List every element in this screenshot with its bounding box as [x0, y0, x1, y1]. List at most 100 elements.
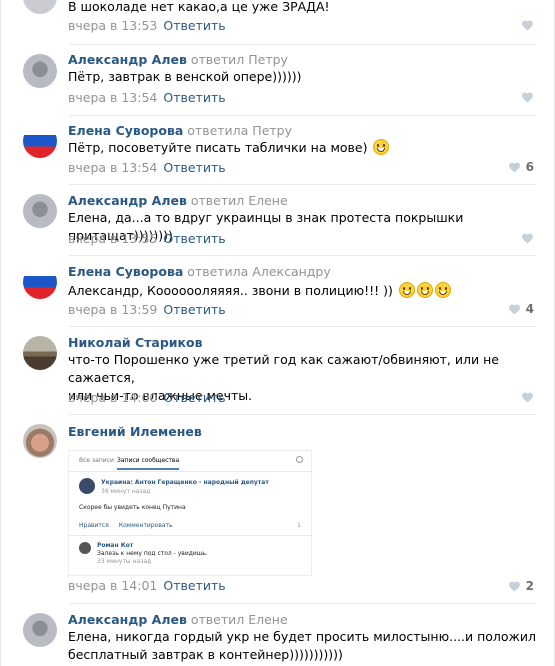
attachment-like-label: Нравится — [79, 522, 109, 529]
comment-author-line: Александр Алев ответил Петру — [68, 52, 288, 67]
comment-text: Александр, Кооооооляяяя.. звони в полици… — [68, 282, 538, 300]
like-button[interactable] — [521, 19, 534, 31]
avatar[interactable] — [23, 265, 57, 299]
reply-link[interactable]: Ответить — [163, 18, 225, 33]
reply-link[interactable]: Ответить — [163, 231, 225, 246]
attachment-comment-time: 33 минуты назад — [97, 558, 152, 565]
heart-icon — [508, 304, 520, 315]
comment-text: Пётр, посоветуйте писать таблички на мов… — [68, 139, 538, 157]
heart-icon — [522, 233, 533, 244]
comment-meta: вчера в 13:53 Ответить — [68, 18, 226, 33]
author-name[interactable]: Александр Алев — [68, 193, 187, 208]
attachment-comment-text: Залезь к нему под стол - увидишь. — [97, 550, 208, 557]
reply-to[interactable]: ответила Александру — [187, 264, 330, 279]
grinning-emoji-icon — [434, 282, 451, 298]
comment-author-line: Александр Алев ответил Елене — [68, 193, 288, 208]
attachment-tabs: Все записи Записи сообщества — [69, 451, 311, 472]
comment-time[interactable]: вчера в 13:59 — [68, 302, 157, 317]
author-name[interactable]: Николай Стариков — [68, 335, 203, 350]
author-name[interactable]: Евгений Илеменев — [68, 424, 202, 439]
comment-time[interactable]: вчера в 13:54 — [68, 160, 157, 175]
comment-author-line: Евгений Илеменев — [68, 424, 202, 439]
separator — [69, 603, 536, 604]
tab-community-posts: Записи сообщества — [117, 457, 180, 470]
search-icon — [296, 456, 303, 463]
comment-time[interactable]: вчера в 13:54 — [68, 90, 157, 105]
avatar[interactable] — [23, 54, 57, 88]
attachment-post-time: 36 минут назад — [101, 488, 151, 495]
screenshot-attachment[interactable]: Все записи Записи сообщества Украина: Ан… — [68, 450, 312, 576]
separator — [69, 115, 536, 116]
like-button[interactable] — [521, 91, 534, 103]
comment-meta: вчера в 13:55 Ответить — [68, 231, 226, 246]
attachment-comment-author: Роман Кот — [97, 542, 134, 549]
comment-time[interactable]: вчера в 14:00 — [68, 390, 157, 405]
comment-meta: вчера в 14:01 Ответить — [68, 578, 226, 593]
comment-meta: вчера в 14:00 Ответить — [68, 390, 226, 405]
grinning-emoji-icon — [373, 139, 390, 155]
avatar[interactable] — [23, 336, 57, 370]
author-name[interactable]: Елена Суворова — [68, 123, 183, 138]
heart-icon — [508, 162, 520, 173]
separator — [69, 184, 536, 185]
reply-link[interactable]: Ответить — [163, 302, 225, 317]
comment-author-line: Елена Суворова ответила Александру — [68, 264, 331, 279]
reply-link[interactable]: Ответить — [163, 578, 225, 593]
like-count: 6 — [525, 160, 534, 174]
separator — [69, 326, 536, 327]
avatar — [79, 542, 91, 554]
attachment-actions: Нравится Комментировать — [79, 522, 173, 529]
like-button[interactable] — [521, 232, 534, 244]
separator — [69, 44, 536, 45]
avatar[interactable] — [23, 424, 57, 458]
comment-text: В шоколаде нет какао,а це уже ЗРАДА! — [68, 0, 330, 14]
comment-author-line: Елена Суворова ответила Петру — [68, 123, 292, 138]
heart-icon — [522, 20, 533, 31]
like-button[interactable] — [521, 391, 534, 403]
comment-author-line: Николай Стариков — [68, 335, 203, 350]
comment-text: Елена, никогда гордый укр не будет проси… — [68, 629, 536, 662]
avatar[interactable] — [23, 124, 57, 158]
tab-all-posts: Все записи — [79, 457, 114, 464]
grinning-emoji-icon — [416, 282, 433, 298]
author-name[interactable]: Александр Алев — [68, 612, 187, 627]
reply-to[interactable]: ответил Елене — [191, 193, 288, 208]
heart-icon — [522, 92, 533, 103]
like-button[interactable]: 2 — [508, 579, 534, 593]
reply-to[interactable]: ответил Петру — [191, 52, 288, 67]
attachment-views: 1 — [297, 522, 301, 529]
avatar[interactable] — [23, 0, 57, 14]
separator — [69, 535, 311, 536]
comment-meta: вчера в 13:59 Ответить — [68, 302, 226, 317]
comment-author-line: Александр Алев ответил Елене — [68, 612, 288, 627]
reply-link[interactable]: Ответить — [163, 390, 225, 405]
comment-text: Пётр, завтрак в венской опере)))))) — [68, 69, 302, 84]
like-button[interactable]: 6 — [508, 160, 534, 174]
attachment-post-author: Украина: Антон Геращенко - народный депу… — [101, 479, 269, 486]
author-name[interactable]: Александр Алев — [68, 52, 187, 67]
comment-meta: вчера в 13:54 Ответить — [68, 160, 226, 175]
author-name[interactable]: Елена Суворова — [68, 264, 183, 279]
attachment-post-text: Скорее бы увидеть конец Путина — [79, 504, 186, 511]
avatar[interactable] — [23, 194, 57, 228]
grinning-emoji-icon — [398, 282, 415, 298]
separator — [69, 255, 536, 256]
comment-time[interactable]: вчера в 13:53 — [68, 18, 157, 33]
like-count: 4 — [525, 302, 534, 316]
heart-icon — [508, 581, 520, 592]
comment-time[interactable]: вчера в 14:01 — [68, 578, 157, 593]
reply-to[interactable]: ответил Елене — [191, 612, 288, 627]
reply-to[interactable]: ответила Петру — [187, 123, 292, 138]
reply-link[interactable]: Ответить — [163, 90, 225, 105]
avatar[interactable] — [23, 613, 57, 647]
attachment-comment-label: Комментировать — [118, 522, 173, 529]
comment-time[interactable]: вчера в 13:55 — [68, 231, 157, 246]
comment-meta: вчера в 13:54 Ответить — [68, 90, 226, 105]
like-count: 2 — [525, 579, 534, 593]
reply-link[interactable]: Ответить — [163, 160, 225, 175]
comments-feed: В шоколаде нет какао,а це уже ЗРАДА! вче… — [0, 0, 555, 666]
avatar — [79, 478, 95, 494]
like-button[interactable]: 4 — [508, 302, 534, 316]
heart-icon — [522, 392, 533, 403]
separator — [69, 414, 536, 415]
